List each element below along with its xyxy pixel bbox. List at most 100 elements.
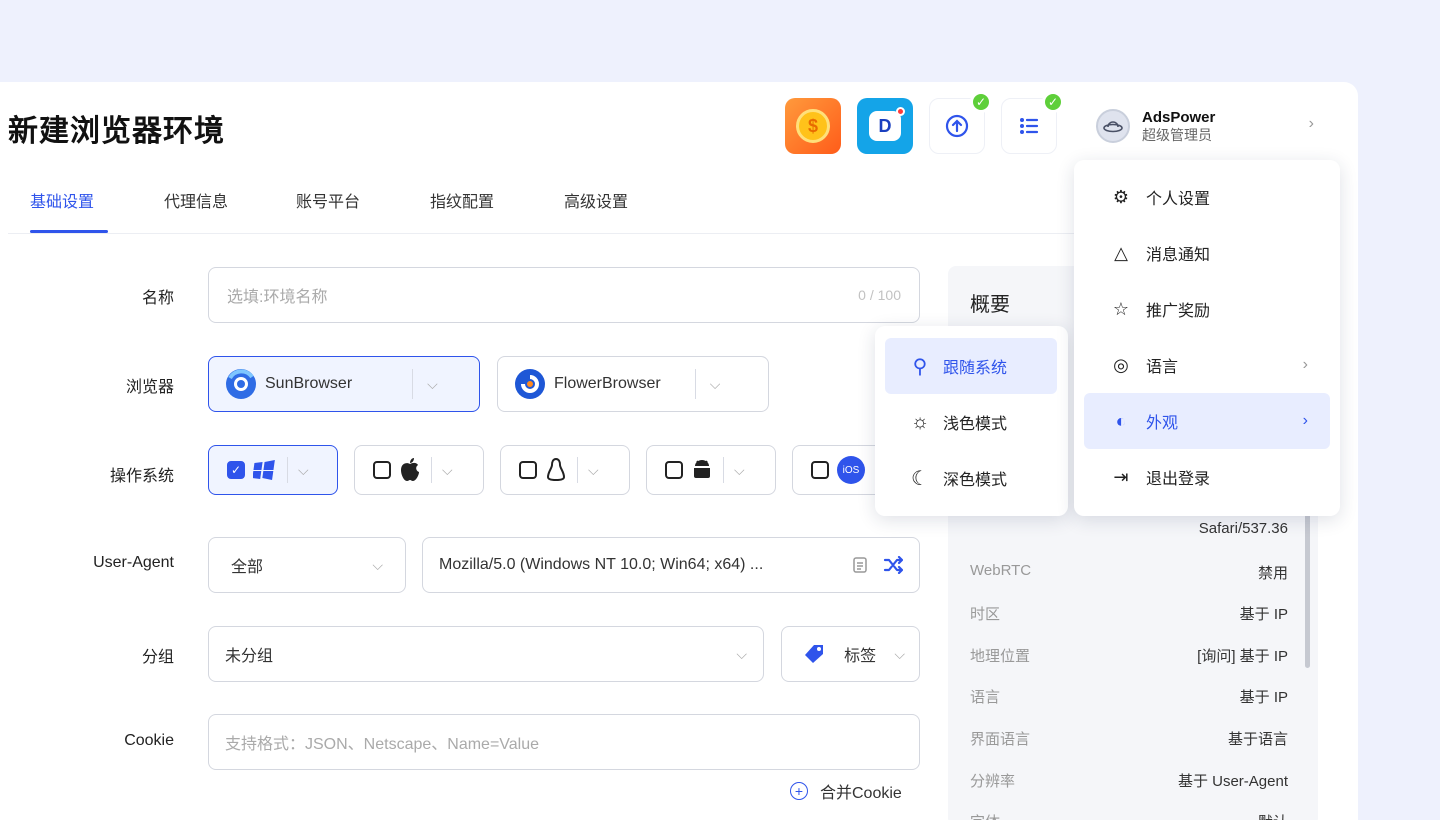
appearance-dark-mode[interactable]: ☾ 深色模式 [885, 450, 1057, 506]
appearance-icon: ◐ [1115, 410, 1127, 431]
summary-title: 概要 [970, 294, 1010, 316]
d-logo-icon: D [869, 107, 905, 141]
menu-logout[interactable]: ⇥ 退出登录 [1084, 449, 1330, 505]
browser-option-sunbrowser[interactable]: SunBrowser ⌵ [208, 356, 480, 412]
apple-icon [401, 458, 419, 481]
appearance-submenu: ⚲ 跟随系统 ☼ 浅色模式 ☾ 深色模式 [875, 326, 1068, 516]
ios-icon: iOS [837, 456, 865, 484]
menu-referral-rewards[interactable]: ☆ 推广奖励 [1084, 281, 1330, 337]
blue-app-icon[interactable]: D [857, 98, 913, 154]
document-icon[interactable] [851, 556, 869, 574]
tab-proxy-info[interactable]: 代理信息 [164, 188, 228, 212]
coin-icon: $ [796, 109, 830, 143]
tasks-button[interactable]: ✓ [1001, 91, 1064, 154]
summary-row: 字体默认 [970, 811, 1288, 820]
chevron-down-icon: ⌵ [372, 556, 383, 573]
user-agent-label: User-Agent [93, 554, 174, 571]
avatar [1096, 109, 1130, 143]
group-label: 分组 [141, 649, 174, 666]
tab-fingerprint-config[interactable]: 指纹配置 [430, 188, 494, 212]
tag-select[interactable]: 标签 ⌵ [781, 626, 920, 682]
logout-icon: ⇥ [1113, 466, 1129, 487]
chevron-down-icon: ⌵ [894, 645, 905, 662]
chevron-down-icon[interactable]: ⌵ [734, 462, 745, 479]
os-option-ios[interactable]: iOS [792, 445, 882, 495]
appearance-light-mode[interactable]: ☼ 浅色模式 [885, 394, 1057, 450]
chevron-right-icon: › [1302, 356, 1308, 373]
browser-label: 浏览器 [125, 379, 174, 396]
menu-appearance[interactable]: ◐ 外观 › [1084, 393, 1330, 449]
upload-button[interactable]: ✓ [929, 91, 992, 154]
windows-icon [253, 460, 275, 480]
char-counter: 0 / 100 [858, 287, 901, 303]
menu-personal-settings[interactable]: ⚙ 个人设置 [1084, 169, 1330, 225]
group-select[interactable]: 未分组 ⌵ [208, 626, 764, 682]
name-label: 名称 [141, 290, 174, 307]
plus-circle-icon: + [790, 782, 808, 800]
sun-icon: ☼ [910, 410, 930, 433]
cookie-label: Cookie [124, 732, 174, 749]
checkbox-icon[interactable] [519, 461, 537, 479]
star-icon: ☆ [1112, 298, 1130, 319]
chevron-down-icon[interactable]: ⌵ [442, 462, 453, 479]
user-agent-filter-select[interactable]: 全部 ⌵ [208, 537, 406, 593]
os-option-windows[interactable]: ✓ ⌵ [208, 445, 338, 495]
chevron-down-icon[interactable]: ⌵ [298, 462, 309, 479]
merge-cookie-button[interactable]: + 合并Cookie [790, 779, 902, 803]
gear-icon: ⚙ [1112, 186, 1130, 207]
page-title: 新建浏览器环境 [8, 114, 225, 149]
user-agent-input[interactable]: Mozilla/5.0 (Windows NT 10.0; Win64; x64… [422, 537, 920, 593]
os-option-linux[interactable]: ⌵ [500, 445, 630, 495]
tag-icon [805, 645, 823, 663]
tab-advanced-settings[interactable]: 高级设置 [564, 188, 628, 212]
cookie-input[interactable]: 支持格式：JSON、Netscape、Name=Value [208, 714, 920, 770]
summary-ua-tail: Safari/537.36 [1198, 520, 1288, 537]
summary-row: 地理位置 [询问] 基于 IP [970, 648, 1288, 665]
user-profile-button[interactable]: AdsPower 超级管理员 › [1074, 98, 1340, 154]
checkbox-checked-icon[interactable]: ✓ [227, 461, 245, 479]
browser-option-flowerbrowser[interactable]: FlowerBrowser ⌵ [497, 356, 769, 412]
globe-icon: ◎ [1113, 354, 1129, 375]
linux-icon [546, 457, 566, 482]
chevron-down-icon[interactable]: ⌵ [710, 376, 721, 393]
flowerbrowser-icon [515, 369, 545, 399]
active-tab-indicator [30, 230, 108, 233]
user-dropdown-menu: ⚙ 个人设置 △ 消息通知 ☆ 推广奖励 ◎ 语言 › ◐ 外观 › ⇥ 退出登录 [1074, 160, 1340, 516]
chevron-right-icon: › [1308, 115, 1314, 132]
follow-system-icon: ⚲ [912, 355, 928, 378]
checkbox-icon[interactable] [811, 461, 829, 479]
list-icon [1020, 118, 1039, 134]
chevron-down-icon[interactable]: ⌵ [427, 376, 438, 393]
summary-row: 时区 基于 IP [970, 606, 1288, 623]
user-agent-value: Mozilla/5.0 (Windows NT 10.0; Win64; x64… [439, 556, 764, 573]
tab-account-platform[interactable]: 账号平台 [296, 188, 360, 212]
checkbox-icon[interactable] [665, 461, 683, 479]
check-icon: ✓ [970, 91, 992, 113]
summary-row: 语言 基于 IP [970, 689, 1288, 706]
os-label: 操作系统 [109, 468, 174, 485]
chevron-right-icon: › [1302, 412, 1308, 429]
coin-app-icon[interactable]: $ [785, 98, 841, 154]
sunbrowser-icon [226, 369, 256, 399]
check-icon: ✓ [1042, 91, 1064, 113]
menu-notifications[interactable]: △ 消息通知 [1084, 225, 1330, 281]
summary-row: 分辨率 基于 User-Agent [970, 773, 1288, 790]
moon-icon: ☾ [911, 467, 929, 490]
tab-bar: 基础设置 代理信息 账号平台 指纹配置 高级设置 [8, 172, 1074, 234]
os-option-android[interactable]: ⌵ [646, 445, 776, 495]
chevron-down-icon[interactable]: ⌵ [588, 462, 599, 479]
summary-row: WebRTC 禁用 [970, 562, 1288, 582]
menu-language[interactable]: ◎ 语言 › [1084, 337, 1330, 393]
bell-icon: △ [1114, 242, 1128, 263]
os-option-macos[interactable]: ⌵ [354, 445, 484, 495]
name-input[interactable]: 选填:环境名称 0 / 100 [208, 267, 920, 323]
checkbox-icon[interactable] [373, 461, 391, 479]
android-icon [694, 460, 710, 478]
shuffle-icon[interactable] [883, 556, 903, 574]
user-role: 超级管理员 [1142, 126, 1212, 143]
chevron-down-icon: ⌵ [736, 645, 747, 662]
appearance-follow-system[interactable]: ⚲ 跟随系统 [885, 338, 1057, 394]
upload-icon [945, 114, 969, 138]
ufo-icon [1103, 121, 1123, 133]
tab-basic-settings[interactable]: 基础设置 [30, 188, 94, 212]
